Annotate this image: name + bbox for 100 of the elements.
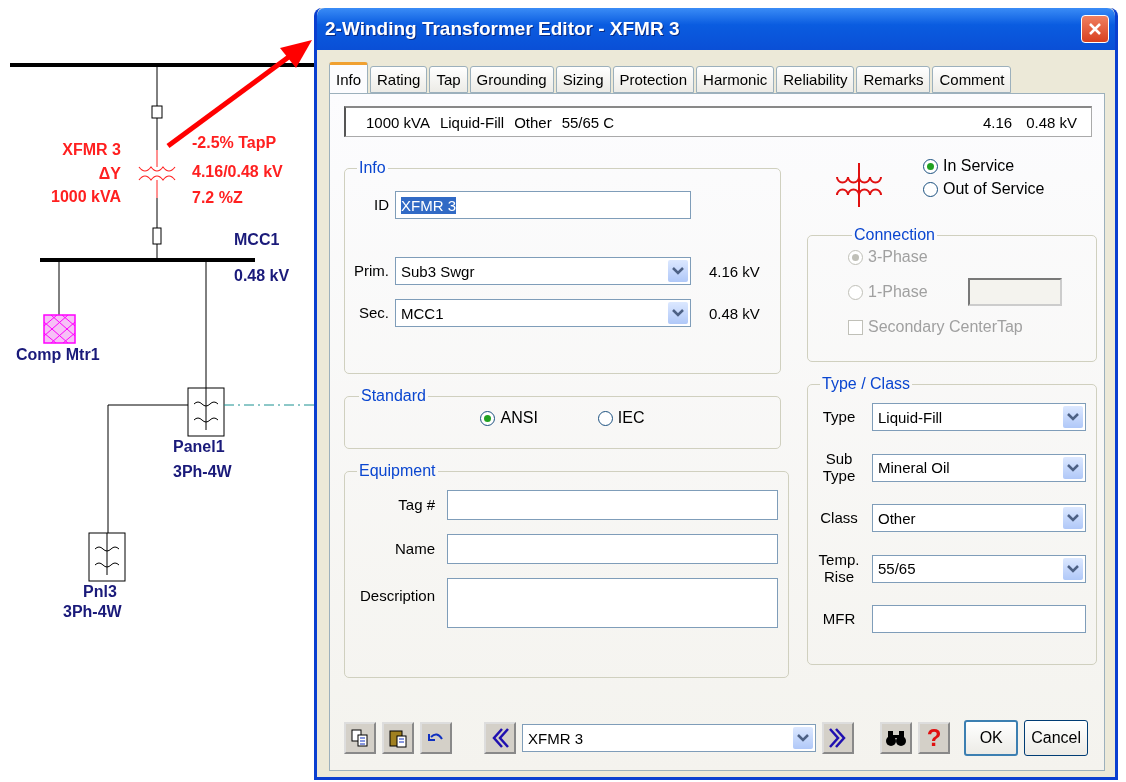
caret-icon bbox=[1067, 463, 1079, 472]
dropdown[interactable]: 55/65 bbox=[872, 554, 1086, 583]
summary-text: Liquid-Fill bbox=[439, 113, 505, 131]
voltage-text: 4.16 kV bbox=[709, 262, 760, 280]
copy-icon bbox=[350, 728, 370, 748]
radio-label: ANSI bbox=[500, 409, 538, 427]
double-chevron-right-icon bbox=[828, 727, 848, 749]
summary-text: 0.48 kV bbox=[1026, 113, 1077, 131]
tab[interactable]: Sizing bbox=[555, 66, 611, 93]
text-field[interactable] bbox=[447, 534, 778, 564]
field-label: Temp. Rise bbox=[817, 552, 861, 585]
field-label: Name bbox=[394, 540, 435, 558]
caret-icon bbox=[1067, 564, 1079, 573]
item-dropdown[interactable]: XFMR 3 bbox=[522, 724, 816, 752]
group-title: Info bbox=[358, 159, 387, 177]
panel-symbol bbox=[88, 532, 126, 582]
caret-icon bbox=[1067, 413, 1079, 421]
bus-dropdown[interactable]: MCC1 bbox=[395, 299, 691, 327]
tab[interactable]: Comment bbox=[932, 66, 1012, 93]
voltage-text: 0.48 kV bbox=[709, 304, 760, 322]
field-label: Sec. bbox=[358, 304, 389, 322]
motor-symbol bbox=[43, 314, 76, 344]
field-label: ID bbox=[373, 196, 389, 214]
fuse-symbol bbox=[152, 227, 162, 245]
group-title: Type / Class bbox=[821, 375, 912, 393]
text-area[interactable] bbox=[447, 578, 778, 628]
copy-button[interactable] bbox=[344, 722, 376, 754]
transformer-connection: ΔY bbox=[98, 165, 121, 183]
field-label: Sub Type bbox=[821, 451, 857, 484]
field-label: MFR bbox=[821, 610, 857, 628]
tab[interactable]: Info bbox=[329, 62, 369, 94]
transformer-icon bbox=[835, 161, 883, 209]
summary-text: 1000 kVA bbox=[366, 113, 430, 131]
close-button[interactable] bbox=[1081, 15, 1109, 43]
dropdown[interactable]: Liquid-Fill bbox=[872, 403, 1086, 431]
caret-icon bbox=[672, 309, 684, 317]
dropdown[interactable]: Other bbox=[872, 504, 1086, 532]
field-label: Description bbox=[358, 588, 435, 605]
undo-button[interactable] bbox=[420, 722, 452, 754]
radio-label: IEC bbox=[617, 409, 645, 427]
text-field[interactable] bbox=[447, 490, 778, 520]
text-field[interactable] bbox=[872, 605, 1086, 633]
feeder-line bbox=[58, 261, 60, 316]
close-icon bbox=[1087, 21, 1103, 37]
dialog-button[interactable]: OK bbox=[964, 720, 1019, 756]
panel-name: Panel1 bbox=[173, 438, 225, 456]
transformer-rating: 1000 kVA bbox=[51, 188, 121, 206]
binoculars-icon bbox=[885, 729, 907, 747]
caret-icon bbox=[1067, 514, 1079, 522]
transformer-impedance: 7.2 %Z bbox=[192, 189, 243, 207]
panel-type: 3Ph-4W bbox=[173, 463, 232, 481]
tab[interactable]: Grounding bbox=[469, 66, 554, 93]
radio-label: In Service bbox=[943, 157, 1015, 175]
radio-button[interactable] bbox=[480, 410, 496, 426]
dropdown[interactable]: Mineral Oil bbox=[872, 453, 1086, 482]
group-title: Connection bbox=[853, 226, 936, 244]
breaker-symbol bbox=[151, 105, 163, 119]
double-chevron-left-icon bbox=[490, 727, 510, 749]
transformer-tap: -2.5% TapP bbox=[192, 134, 277, 152]
find-button[interactable] bbox=[880, 722, 912, 754]
bus-name: MCC1 bbox=[234, 231, 280, 249]
radio-label: 3-Phase bbox=[868, 248, 928, 266]
panel-type: 3Ph-4W bbox=[63, 603, 122, 621]
field-label: Type bbox=[821, 408, 857, 426]
transformer-voltage: 4.16/0.48 kV bbox=[192, 163, 283, 181]
summary-text: 4.16 bbox=[982, 113, 1013, 131]
transformer-symbol bbox=[138, 149, 176, 199]
caret-icon bbox=[797, 734, 809, 742]
phase-field[interactable] bbox=[967, 278, 1062, 306]
group-title: Standard bbox=[360, 387, 427, 405]
radio-label: Out of Service bbox=[943, 180, 1045, 198]
field-label: Tag # bbox=[397, 496, 435, 514]
transformer-name: XFMR 3 bbox=[62, 141, 121, 159]
window-title: 2-Winding Transformer Editor - XFMR 3 bbox=[325, 18, 680, 40]
dialog-button[interactable]: Cancel bbox=[1024, 720, 1088, 756]
bus-voltage: 0.48 kV bbox=[234, 267, 290, 285]
tab[interactable]: Tap bbox=[429, 66, 468, 93]
tab[interactable]: Protection bbox=[612, 66, 695, 93]
next-button[interactable] bbox=[822, 722, 854, 754]
radio-label: 1-Phase bbox=[868, 283, 928, 301]
field-label: Prim. bbox=[353, 262, 389, 280]
panel-name: Pnl3 bbox=[83, 583, 117, 601]
tab[interactable]: Harmonic bbox=[696, 66, 775, 93]
tab[interactable]: Rating bbox=[370, 66, 428, 93]
field-label: Class bbox=[819, 509, 859, 527]
motor-name: Comp Mtr1 bbox=[16, 346, 100, 364]
bus-dropdown[interactable]: Sub3 Swgr bbox=[395, 257, 691, 285]
tab[interactable]: Reliability bbox=[776, 66, 855, 93]
panel-symbol bbox=[187, 387, 225, 437]
summary-text: Other bbox=[514, 113, 552, 131]
radio-button[interactable] bbox=[923, 158, 938, 174]
previous-button[interactable] bbox=[484, 722, 516, 754]
tab[interactable]: Remarks bbox=[856, 66, 931, 93]
group-title: Equipment bbox=[358, 462, 437, 480]
caret-icon bbox=[672, 267, 684, 275]
paste-icon bbox=[388, 728, 408, 748]
paste-button[interactable] bbox=[382, 722, 414, 754]
radio-button[interactable] bbox=[597, 410, 613, 426]
id-field[interactable]: XFMR 3 bbox=[395, 191, 691, 219]
radio-button[interactable] bbox=[923, 181, 938, 197]
